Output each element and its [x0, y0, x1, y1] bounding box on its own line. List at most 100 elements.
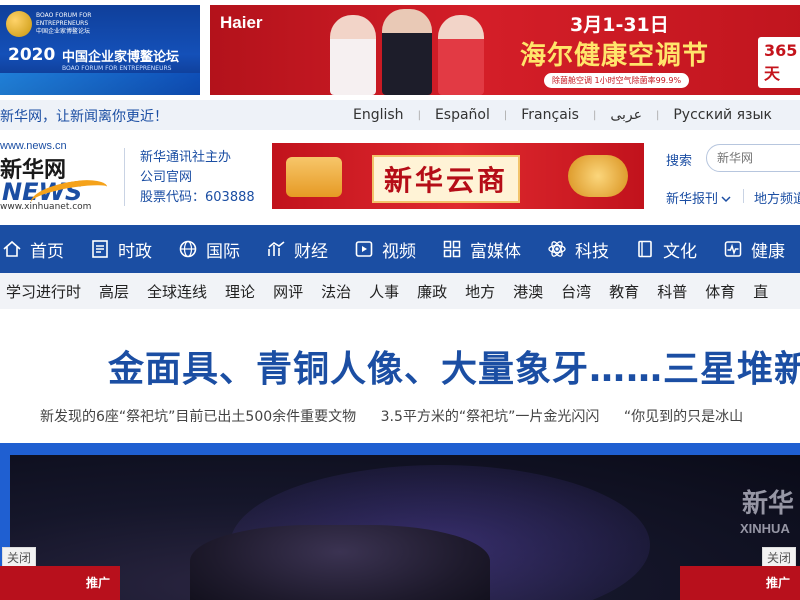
forum-subtitle: BOAO FORUM FOR ENTREPRENEURS — [62, 65, 172, 72]
nav-label: 首页 — [30, 241, 64, 262]
home-icon — [3, 240, 21, 257]
play-icon — [355, 241, 373, 257]
globe-icon — [179, 240, 197, 258]
nav-label: 时政 — [118, 241, 152, 262]
lang-french[interactable]: Français — [521, 107, 579, 123]
sub-nav: 学习进行时 高层 全球连线 理论 网评 法治 人事 廉政 地方 港澳 台湾 教育… — [0, 273, 800, 309]
forum-wave-decoration — [0, 73, 200, 95]
ad-date: 3月1-31日 — [570, 14, 669, 36]
subnav-item[interactable]: 人事 — [369, 281, 399, 302]
forum-small-text: BOAO FORUM FOR ENTREPRENEURS 中国企业家博鳌论坛 — [36, 12, 92, 35]
ad-side-badge: 365天 — [758, 37, 800, 88]
ad-slogan: 海尔健康空调节 — [520, 41, 710, 71]
paper-dropdown[interactable]: 新华报刊 — [666, 188, 731, 207]
boao-forum-ad[interactable]: BOAO FORUM FOR ENTREPRENEURS 中国企业家博鳌论坛 2… — [0, 5, 200, 95]
sub-headline-link[interactable]: 新发现的6座“祭祀坑”目前已出土500余件重要文物 — [40, 409, 356, 425]
nav-label: 富媒体 — [470, 241, 521, 262]
document-icon — [92, 240, 108, 258]
subnav-item[interactable]: 地方 — [465, 281, 495, 302]
logo-en-url: www.xinhuanet.com — [0, 202, 92, 212]
logo-url: www.news.cn — [0, 140, 67, 152]
book-icon — [638, 240, 652, 258]
subnav-item[interactable]: 高层 — [99, 281, 129, 302]
promo-label: 推广 — [86, 576, 111, 590]
corp-line-2[interactable]: 公司官网 — [140, 168, 255, 188]
headline-subs: 新发现的6座“祭祀坑”目前已出土500余件重要文物 3.5平方米的“祭祀坑”一片… — [40, 406, 743, 426]
subnav-item[interactable]: 法治 — [321, 281, 351, 302]
haier-ad[interactable]: Haier 3月1-31日 海尔健康空调节 除菌舱空调 1小时空气除菌率99.9… — [210, 5, 800, 95]
nav-label: 国际 — [206, 241, 240, 262]
nav-politics[interactable]: 时政 — [90, 225, 152, 273]
subnav-item[interactable]: 体育 — [705, 281, 735, 302]
close-button-right[interactable]: 关闭 — [762, 547, 797, 568]
sub-headline-link[interactable]: 3.5平方米的“祭祀坑”一片金光闪闪 — [381, 409, 600, 425]
language-bar: 新华网，让新闻离你更近！ English | Español | Françai… — [0, 100, 800, 130]
xinhua-logo[interactable]: www.news.cn 新华网 NEWS www.xinhuanet.com — [0, 140, 112, 215]
haier-brand: Haier — [220, 13, 263, 32]
nav-health[interactable]: 健康 — [723, 225, 785, 273]
subnav-item[interactable]: 学习进行时 — [6, 281, 81, 302]
subnav-item[interactable]: 教育 — [609, 281, 639, 302]
corp-line-1: 新华通讯社主办 — [140, 150, 232, 165]
search-label: 搜索 — [666, 154, 693, 169]
cloud-ad-title: 新华云商 — [372, 155, 521, 203]
nav-tech[interactable]: 科技 — [547, 225, 609, 273]
lang-separator: | — [592, 109, 597, 121]
promo-left[interactable]: 推广 — [0, 566, 120, 600]
main-nav: 首页 时政 国际 财经 视频 富媒体 科技 文化 健康 — [0, 225, 800, 273]
nav-label: 科技 — [575, 241, 609, 262]
subnav-item[interactable]: 港澳 — [513, 281, 543, 302]
atom-icon — [548, 241, 566, 257]
ad-people-image — [320, 5, 490, 95]
language-links: English | Español | Français | عربى | Ру… — [353, 100, 772, 130]
nav-rich-media[interactable]: 富媒体 — [442, 225, 521, 273]
close-button-left[interactable]: 关闭 — [2, 547, 37, 568]
lang-russian[interactable]: Русский язык — [673, 107, 772, 123]
subnav-item[interactable]: 台湾 — [561, 281, 591, 302]
chart-icon — [268, 241, 285, 256]
gift-box-icon — [286, 157, 342, 197]
nav-label: 文化 — [663, 241, 697, 262]
nav-culture[interactable]: 文化 — [635, 225, 697, 273]
nav-label: 健康 — [751, 241, 785, 262]
logo-divider — [124, 148, 125, 206]
nav-finance[interactable]: 财经 — [266, 225, 328, 273]
nav-international[interactable]: 国际 — [178, 225, 240, 273]
chevron-down-icon — [721, 196, 731, 203]
subnav-item[interactable]: 理论 — [225, 281, 255, 302]
local-channel-link[interactable]: 地方频道 — [754, 188, 800, 207]
lang-arabic[interactable]: عربى — [610, 107, 642, 123]
forum-year: 2020 — [8, 45, 56, 65]
xinhua-cloud-ad[interactable]: 新华云商 — [272, 143, 644, 209]
lang-separator: | — [655, 109, 660, 121]
search-input[interactable] — [706, 144, 800, 172]
nav-video[interactable]: 视频 — [354, 225, 416, 273]
nav-label: 财经 — [294, 241, 328, 262]
corp-info: 新华通讯社主办 公司官网 股票代码：603888 — [140, 148, 255, 208]
nav-home[interactable]: 首页 — [2, 225, 64, 273]
subnav-item[interactable]: 网评 — [273, 281, 303, 302]
subnav-item[interactable]: 廉政 — [417, 281, 447, 302]
lang-spanish[interactable]: Español — [435, 107, 490, 123]
sublink-divider — [743, 189, 744, 203]
subnav-item[interactable]: 科普 — [657, 281, 687, 302]
forum-logo-icon — [6, 11, 32, 37]
headline-title[interactable]: 金面具、青铜人像、大量象牙……三星堆新 — [108, 340, 800, 392]
lang-english[interactable]: English — [353, 107, 404, 123]
corp-line-3: 股票代码：603888 — [140, 190, 255, 205]
promo-right[interactable]: 推广 — [680, 566, 800, 600]
lang-separator: | — [417, 109, 421, 121]
grid-icon — [443, 240, 461, 258]
forum-title: 中国企业家博鳌论坛 — [62, 50, 180, 65]
subnav-item[interactable]: 全球连线 — [147, 281, 207, 302]
pulse-icon — [724, 241, 742, 257]
nav-label: 视频 — [382, 241, 416, 262]
subnav-item[interactable]: 直 — [753, 281, 768, 302]
hero-watermark: 新华 — [742, 489, 795, 519]
hero-watermark-en: XINHUA — [740, 521, 790, 536]
site-slogan: 新华网，让新闻离你更近！ — [0, 109, 168, 125]
promo-label: 推广 — [766, 576, 791, 590]
ad-pill: 除菌舱空调 1小时空气除菌率99.9% — [544, 73, 690, 88]
paper-label: 新华报刊 — [666, 192, 719, 207]
sub-headline-link[interactable]: “你见到的只是冰山 — [624, 409, 743, 425]
